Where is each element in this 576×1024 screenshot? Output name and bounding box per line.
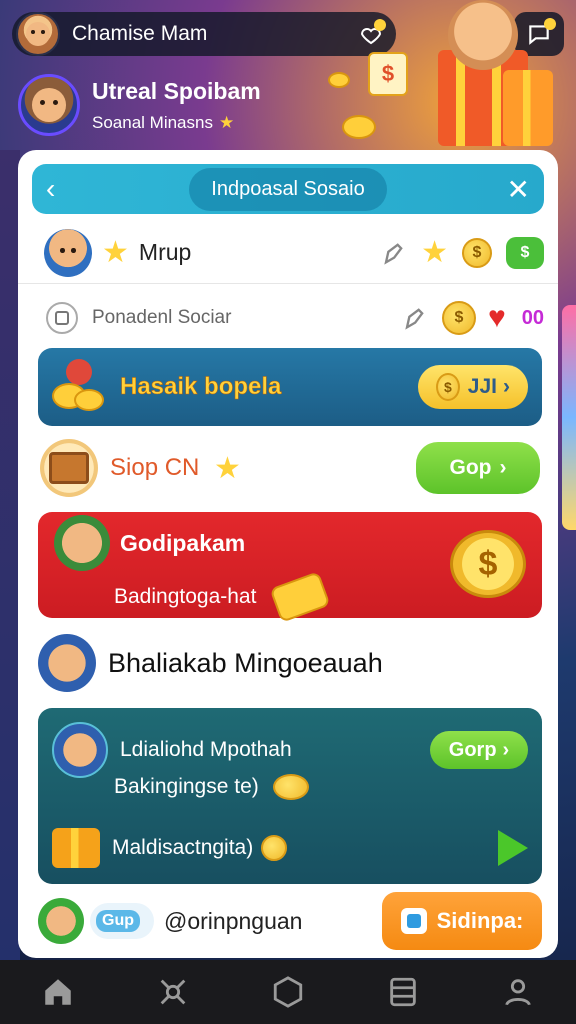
- profile-name: Utreal Spoibam: [92, 77, 261, 104]
- coins-icon: [52, 359, 108, 415]
- handle-label: @orinpnguan: [164, 907, 303, 934]
- chest-icon: [40, 439, 98, 497]
- people-avatar: [54, 515, 110, 571]
- friends-row[interactable]: Bhaliakab Mingoeauah: [38, 628, 542, 698]
- rewards-avatar: [52, 722, 108, 778]
- back-arrow-icon[interactable]: ‹: [46, 173, 55, 205]
- hexagon-icon: [273, 976, 303, 1008]
- panel-header: ‹ Indpoasal Sosaio ✕: [32, 164, 544, 214]
- friends-label: Bhaliakab Mingoeauah: [108, 647, 383, 678]
- friends-avatar: [38, 634, 96, 692]
- app-title: Chamise Mam: [72, 22, 208, 45]
- bottom-row: Gup @orinpnguan Sidinpa:: [38, 892, 542, 950]
- group-label: Mrup: [138, 239, 192, 265]
- nav-list[interactable]: [373, 962, 433, 1022]
- rewards-line-1: Ldialiohd Mpothah: [120, 738, 292, 761]
- shop-go-button[interactable]: Gop ›: [416, 442, 540, 494]
- star-icon: ★: [102, 236, 129, 269]
- home-icon: [44, 979, 71, 1005]
- main-panel: ‹ Indpoasal Sosaio ✕ ★ Mrup ★ $ $ Ponade…: [18, 150, 558, 958]
- big-coin-icon: $: [450, 530, 526, 598]
- rewards-tile[interactable]: Ldialiohd Mpothah Gorp › Bakingingse te)…: [38, 708, 542, 884]
- gift-illustration: $: [328, 0, 558, 150]
- star-icon: ★: [218, 112, 235, 132]
- profile-avatar[interactable]: [18, 74, 80, 136]
- coin-icon: [261, 835, 288, 861]
- profile-subtitle: Soanal Minasns: [92, 112, 213, 132]
- panel-title: Indpoasal Sosaio: [189, 167, 387, 211]
- bonus-label: Hasaik bopela: [120, 373, 282, 401]
- rewards-line-3: Maldisactngita): [112, 836, 254, 859]
- rewards-go-label: Gorp: [448, 738, 497, 761]
- cash-icon[interactable]: $: [506, 236, 544, 269]
- promo-tile[interactable]: Godipakam Badingtoga-hat $: [38, 512, 542, 623]
- nav-network[interactable]: [143, 962, 203, 1022]
- user-avatar[interactable]: [16, 12, 60, 56]
- group-avatar: [44, 228, 92, 277]
- shop-label: Siop CN: [110, 454, 200, 481]
- coin-icon[interactable]: $: [462, 237, 492, 268]
- close-icon[interactable]: ✕: [507, 173, 530, 206]
- network-icon: [160, 979, 186, 1005]
- chevron-right-icon: ›: [499, 456, 507, 479]
- social-label: Ponadenl Sociar: [92, 307, 232, 328]
- gift-icon: [52, 828, 100, 868]
- bonus-button-label: JJI: [467, 375, 497, 398]
- shop-row[interactable]: Siop CN ★ Gop ›: [38, 438, 542, 498]
- promo-title: Godipakam: [120, 529, 246, 556]
- app-icon: [400, 908, 427, 934]
- heart-icon[interactable]: ♥: [488, 301, 506, 335]
- rewards-go-button[interactable]: Gorp ›: [430, 731, 528, 769]
- select-radio[interactable]: [46, 302, 78, 334]
- share-icon[interactable]: [400, 304, 428, 332]
- profile-icon: [505, 979, 532, 1006]
- coin-icon: $: [436, 373, 460, 401]
- mode-toggle[interactable]: Gup: [90, 903, 154, 939]
- bonus-button[interactable]: $ JJI ›: [418, 365, 528, 409]
- background-streak: [0, 150, 20, 970]
- profile-block: Utreal Spoibam Soanal Minasns ★: [18, 74, 261, 136]
- star-icon: ★: [214, 451, 241, 485]
- chevron-right-icon: ›: [502, 738, 510, 761]
- group-row[interactable]: ★ Mrup ★ $ $: [18, 222, 558, 284]
- social-count: 00: [521, 306, 544, 329]
- chevron-right-icon: ›: [503, 375, 510, 398]
- play-icon[interactable]: [498, 830, 528, 866]
- social-row[interactable]: Ponadenl Sociar $ ♥ 00: [18, 290, 558, 346]
- nav-hexagon[interactable]: [258, 962, 318, 1022]
- coin-icon[interactable]: $: [441, 301, 476, 335]
- bottom-nav: [0, 960, 576, 1024]
- star-icon[interactable]: ★: [421, 235, 448, 270]
- list-icon: [390, 977, 416, 1007]
- rewards-line-2: Bakingingse te): [114, 775, 259, 798]
- shop-go-label: Gop: [449, 456, 492, 479]
- coin-icon: [272, 774, 309, 800]
- side-banner-edge[interactable]: [562, 305, 576, 530]
- start-button[interactable]: Sidinpa:: [382, 892, 542, 950]
- nav-profile[interactable]: [488, 962, 548, 1022]
- share-icon[interactable]: [379, 239, 407, 267]
- start-button-label: Sidinpa:: [436, 908, 524, 933]
- promo-subtitle: Badingtoga-hat: [114, 585, 257, 608]
- bonus-tile[interactable]: Hasaik bopela $ JJI ›: [38, 348, 542, 426]
- coin-stack-icon: [269, 571, 332, 623]
- user-avatar[interactable]: [38, 898, 84, 944]
- nav-home[interactable]: [28, 962, 88, 1022]
- toggle-tag: Gup: [96, 910, 140, 932]
